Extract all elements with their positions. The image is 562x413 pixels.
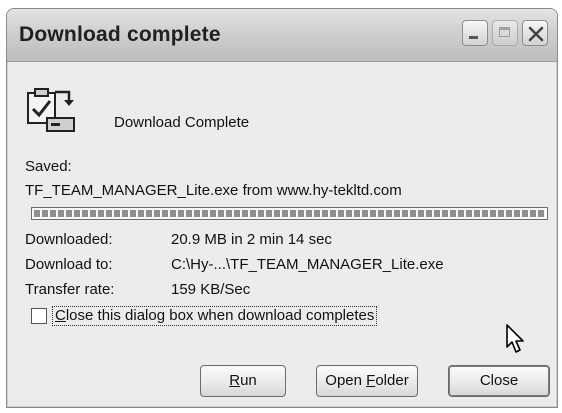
minimize-button[interactable] bbox=[462, 20, 488, 46]
title-close-button[interactable] bbox=[522, 20, 548, 46]
run-label: un bbox=[240, 372, 257, 389]
status-heading: Download Complete bbox=[114, 114, 250, 131]
window-title: Download complete bbox=[19, 23, 221, 46]
transfer-rate-value: 159 KB/Sec bbox=[171, 281, 251, 298]
close-label: Close bbox=[479, 372, 519, 389]
download-complete-dialog: Download complete Download Complete Save… bbox=[6, 8, 558, 408]
run-button[interactable]: Run bbox=[200, 365, 286, 397]
saved-label: Saved: bbox=[25, 158, 72, 175]
download-to-value: C:\Hy-...\TF_TEAM_MANAGER_Lite.exe bbox=[171, 256, 444, 273]
progress-fill bbox=[34, 210, 545, 217]
close-on-complete-label[interactable]: Close this dialog box when download comp… bbox=[52, 306, 378, 326]
close-on-complete-checkbox[interactable] bbox=[31, 308, 47, 324]
download-to-label: Download to: bbox=[25, 256, 113, 273]
dialog-body: Download Complete Saved: TF_TEAM_MANAGER… bbox=[7, 62, 557, 407]
close-on-complete-label-text: lose this dialog box when download compl… bbox=[65, 307, 375, 324]
title-bar[interactable]: Download complete bbox=[7, 9, 557, 62]
maximize-icon bbox=[499, 27, 510, 37]
close-on-complete-option[interactable]: Close this dialog box when download comp… bbox=[31, 306, 378, 326]
close-button[interactable]: Close bbox=[448, 365, 550, 397]
downloaded-label: Downloaded: bbox=[25, 231, 113, 248]
downloaded-value: 20.9 MB in 2 min 14 sec bbox=[171, 231, 332, 248]
download-progress-bar bbox=[31, 207, 548, 220]
transfer-rate-label: Transfer rate: bbox=[25, 281, 115, 298]
open-folder-button[interactable]: Open Folder bbox=[316, 365, 418, 397]
mouse-pointer-icon bbox=[506, 324, 524, 353]
accel-c: C bbox=[55, 307, 66, 324]
maximize-button bbox=[492, 20, 518, 46]
open-folder-label-before: Open bbox=[325, 372, 367, 389]
open-folder-accel: F bbox=[366, 372, 376, 389]
minimize-icon bbox=[469, 36, 478, 39]
run-accel: R bbox=[229, 372, 241, 389]
open-folder-label-rest: older bbox=[375, 372, 409, 389]
download-complete-icon bbox=[27, 88, 75, 132]
close-icon bbox=[528, 26, 544, 42]
saved-file-text: TF_TEAM_MANAGER_Lite.exe from www.hy-tek… bbox=[25, 182, 402, 199]
